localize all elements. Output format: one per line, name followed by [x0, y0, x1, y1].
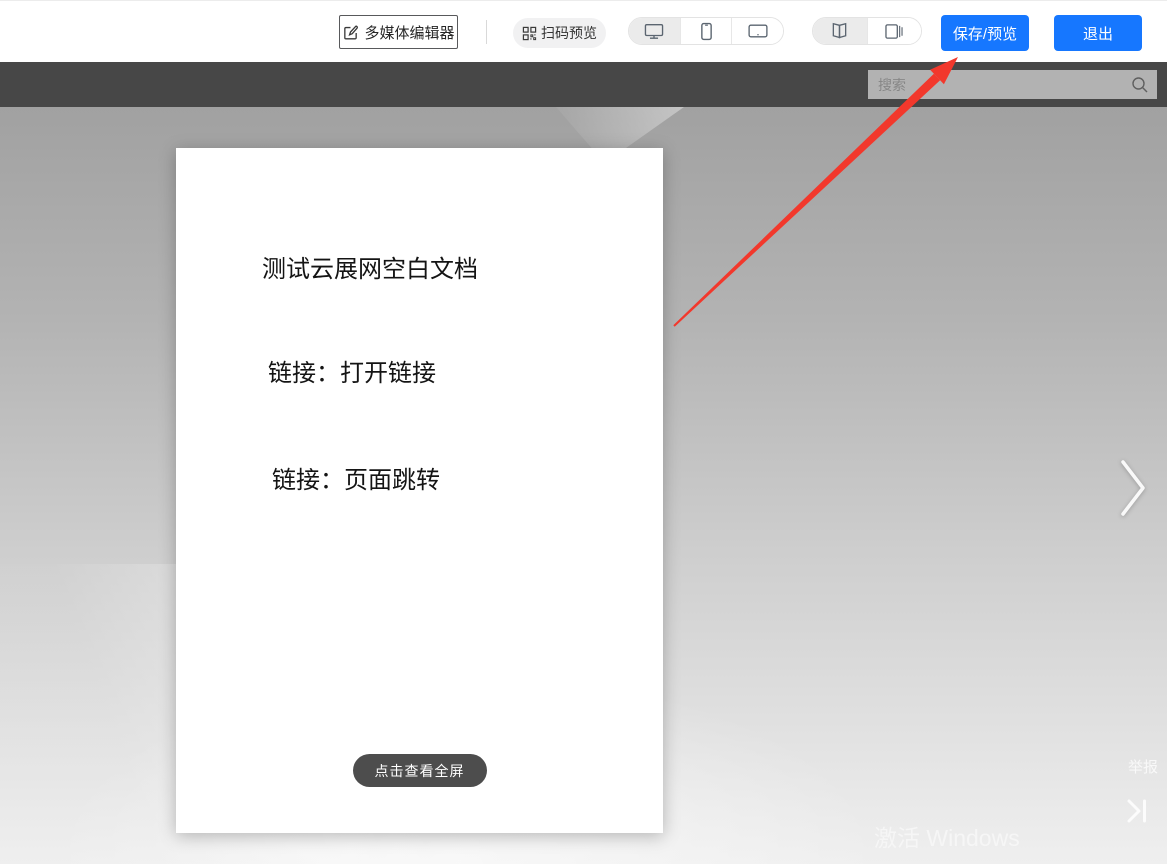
document-link-page-jump[interactable]: 链接：页面跳转 — [272, 460, 440, 495]
open-book-icon — [829, 22, 850, 40]
magnifier-icon[interactable] — [1130, 75, 1150, 95]
last-page-icon — [1124, 797, 1152, 825]
single-page-icon — [884, 23, 904, 40]
tablet-icon — [747, 23, 769, 39]
document-page: 测试云展网空白文档 链接：打开链接 链接：页面跳转 点击查看全屏 — [176, 148, 663, 833]
windows-activation-watermark: 激活 Windows 转到"设置"以激活 Windows — [874, 819, 1067, 864]
edit-square-icon — [342, 24, 359, 41]
desktop-icon — [643, 22, 665, 40]
search-box — [868, 70, 1157, 99]
watermark-line1: 激活 Windows — [874, 819, 1067, 853]
next-page-button[interactable] — [1118, 457, 1148, 519]
document-title: 测试云展网空白文档 — [262, 249, 478, 284]
device-desktop-toggle[interactable] — [629, 18, 681, 44]
reader-header-bar — [0, 62, 1167, 107]
document-link-open-url[interactable]: 链接：打开链接 — [268, 353, 436, 388]
device-tablet-toggle[interactable] — [732, 18, 783, 44]
view-fullscreen-button[interactable]: 点击查看全屏 — [353, 754, 487, 787]
media-editor-button[interactable]: 多媒体编辑器 — [339, 15, 458, 49]
search-input[interactable] — [868, 70, 1130, 99]
qr-code-icon — [522, 26, 537, 41]
last-page-button[interactable] — [1124, 797, 1152, 825]
scan-preview-label: 扫码预览 — [541, 23, 597, 43]
save-preview-button[interactable]: 保存/预览 — [941, 15, 1029, 51]
watermark-line2: 转到"设置"以激活 Windows — [874, 859, 1067, 864]
chevron-right-icon — [1118, 457, 1148, 519]
exit-button[interactable]: 退出 — [1054, 15, 1142, 51]
toolbar-divider — [486, 20, 487, 44]
media-editor-label: 多媒体编辑器 — [364, 22, 454, 43]
phone-icon — [700, 22, 713, 41]
view-spread-toggle[interactable] — [813, 18, 868, 44]
report-link[interactable]: 举报 — [1128, 756, 1158, 777]
flipbook-stage: 测试云展网空白文档 链接：打开链接 链接：页面跳转 点击查看全屏 举报 激活 W… — [0, 107, 1167, 864]
page-view-toggle-group — [812, 17, 922, 45]
scan-preview-button[interactable]: 扫码预览 — [513, 18, 606, 48]
flipbook-preview-window: 多媒体编辑器 扫码预览 — [0, 0, 1167, 864]
device-phone-toggle[interactable] — [681, 18, 733, 44]
view-single-page-toggle[interactable] — [868, 18, 922, 44]
device-preview-toggle-group — [628, 17, 784, 45]
top-toolbar: 多媒体编辑器 扫码预览 — [0, 0, 1167, 62]
